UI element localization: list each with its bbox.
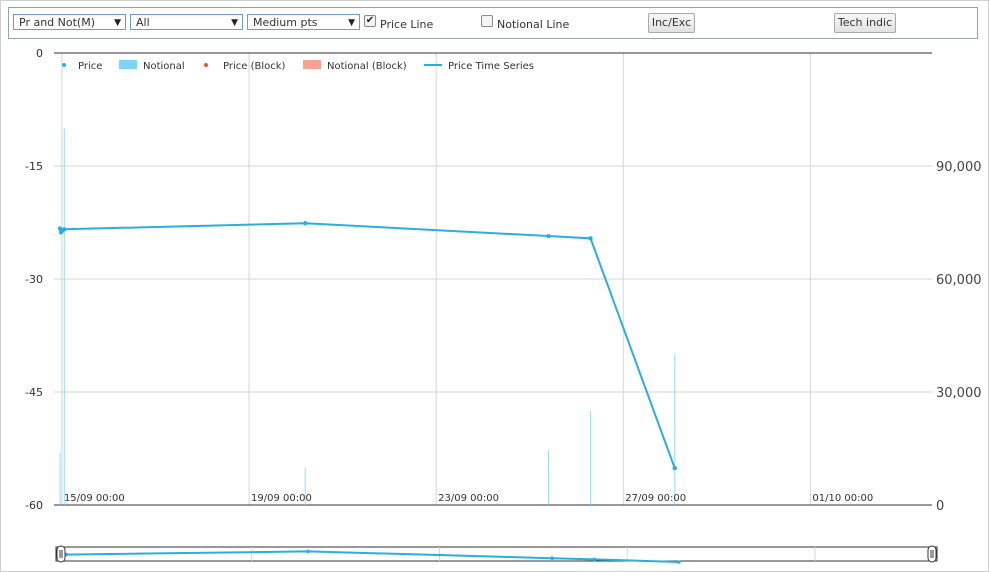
notional-bars (59, 128, 676, 506)
legend-label: Price (Block) (223, 61, 286, 72)
left-axis: 0 -15 -30 -45 -60 (25, 47, 43, 512)
price-point (588, 236, 593, 241)
legend-swatch (303, 60, 321, 69)
legend-marker (204, 63, 208, 67)
right-axis-tick-label: 0 (936, 499, 944, 514)
left-axis-tick-label: -60 (25, 499, 43, 512)
navigator-point (592, 557, 597, 562)
x-axis-tick-label: 23/09 00:00 (438, 493, 499, 504)
legend-marker (62, 63, 66, 67)
price-series (57, 221, 677, 471)
right-axis: 90,000 60,000 30,000 0 (936, 160, 982, 514)
navigator-point (306, 549, 310, 554)
navigator-point (677, 560, 681, 564)
price-point (672, 465, 677, 471)
left-axis-tick-label: -45 (25, 386, 43, 399)
x-axis-tick-label: 19/09 00:00 (251, 493, 312, 504)
price-time-series-line (59, 222, 676, 469)
right-axis-tick-label: 30,000 (936, 386, 982, 401)
notional-bar (590, 410, 592, 505)
navigator-point (550, 556, 554, 560)
navigator-series-line (61, 550, 679, 563)
x-axis-tick-label: 15/09 00:00 (64, 493, 125, 504)
notional-bar (547, 450, 549, 505)
legend-swatch (119, 60, 137, 69)
navigator-left-handle (56, 545, 66, 563)
legend-label: Notional (Block) (327, 61, 407, 72)
left-axis-tick-label: 0 (36, 47, 43, 60)
left-axis-tick-label: -30 (25, 273, 43, 286)
right-axis-tick-label: 90,000 (936, 160, 982, 175)
grid-lines (54, 52, 932, 506)
notional-bar (63, 128, 65, 506)
price-point (546, 233, 551, 239)
navigator-frame (55, 546, 938, 562)
legend-label: Price Time Series (448, 61, 534, 72)
navigator-right-handle (927, 545, 937, 563)
notional-bar (59, 452, 61, 505)
x-axis-tick-label: 27/09 00:00 (625, 493, 686, 504)
right-axis-tick-label: 60,000 (936, 273, 982, 288)
x-axis-tick-label: 01/10 00:00 (812, 493, 873, 504)
legend-label: Notional (143, 61, 185, 72)
legend-label: Price (78, 61, 102, 72)
price-point (302, 221, 308, 226)
left-axis-tick-label: -15 (25, 160, 43, 173)
price-point (62, 227, 67, 232)
chart-legend: Price Notional Price (Block) Notional (Bloc… (62, 60, 534, 72)
price-chart: 0 -15 -30 -45 -60 90,000 60,000 30,000 0 15/09 … (25, 47, 982, 564)
notional-bar (674, 354, 676, 505)
range-navigator[interactable] (55, 545, 938, 564)
x-axis: 15/09 00:00 19/09 00:00 23/09 00:00 27/09 0… (64, 493, 873, 504)
